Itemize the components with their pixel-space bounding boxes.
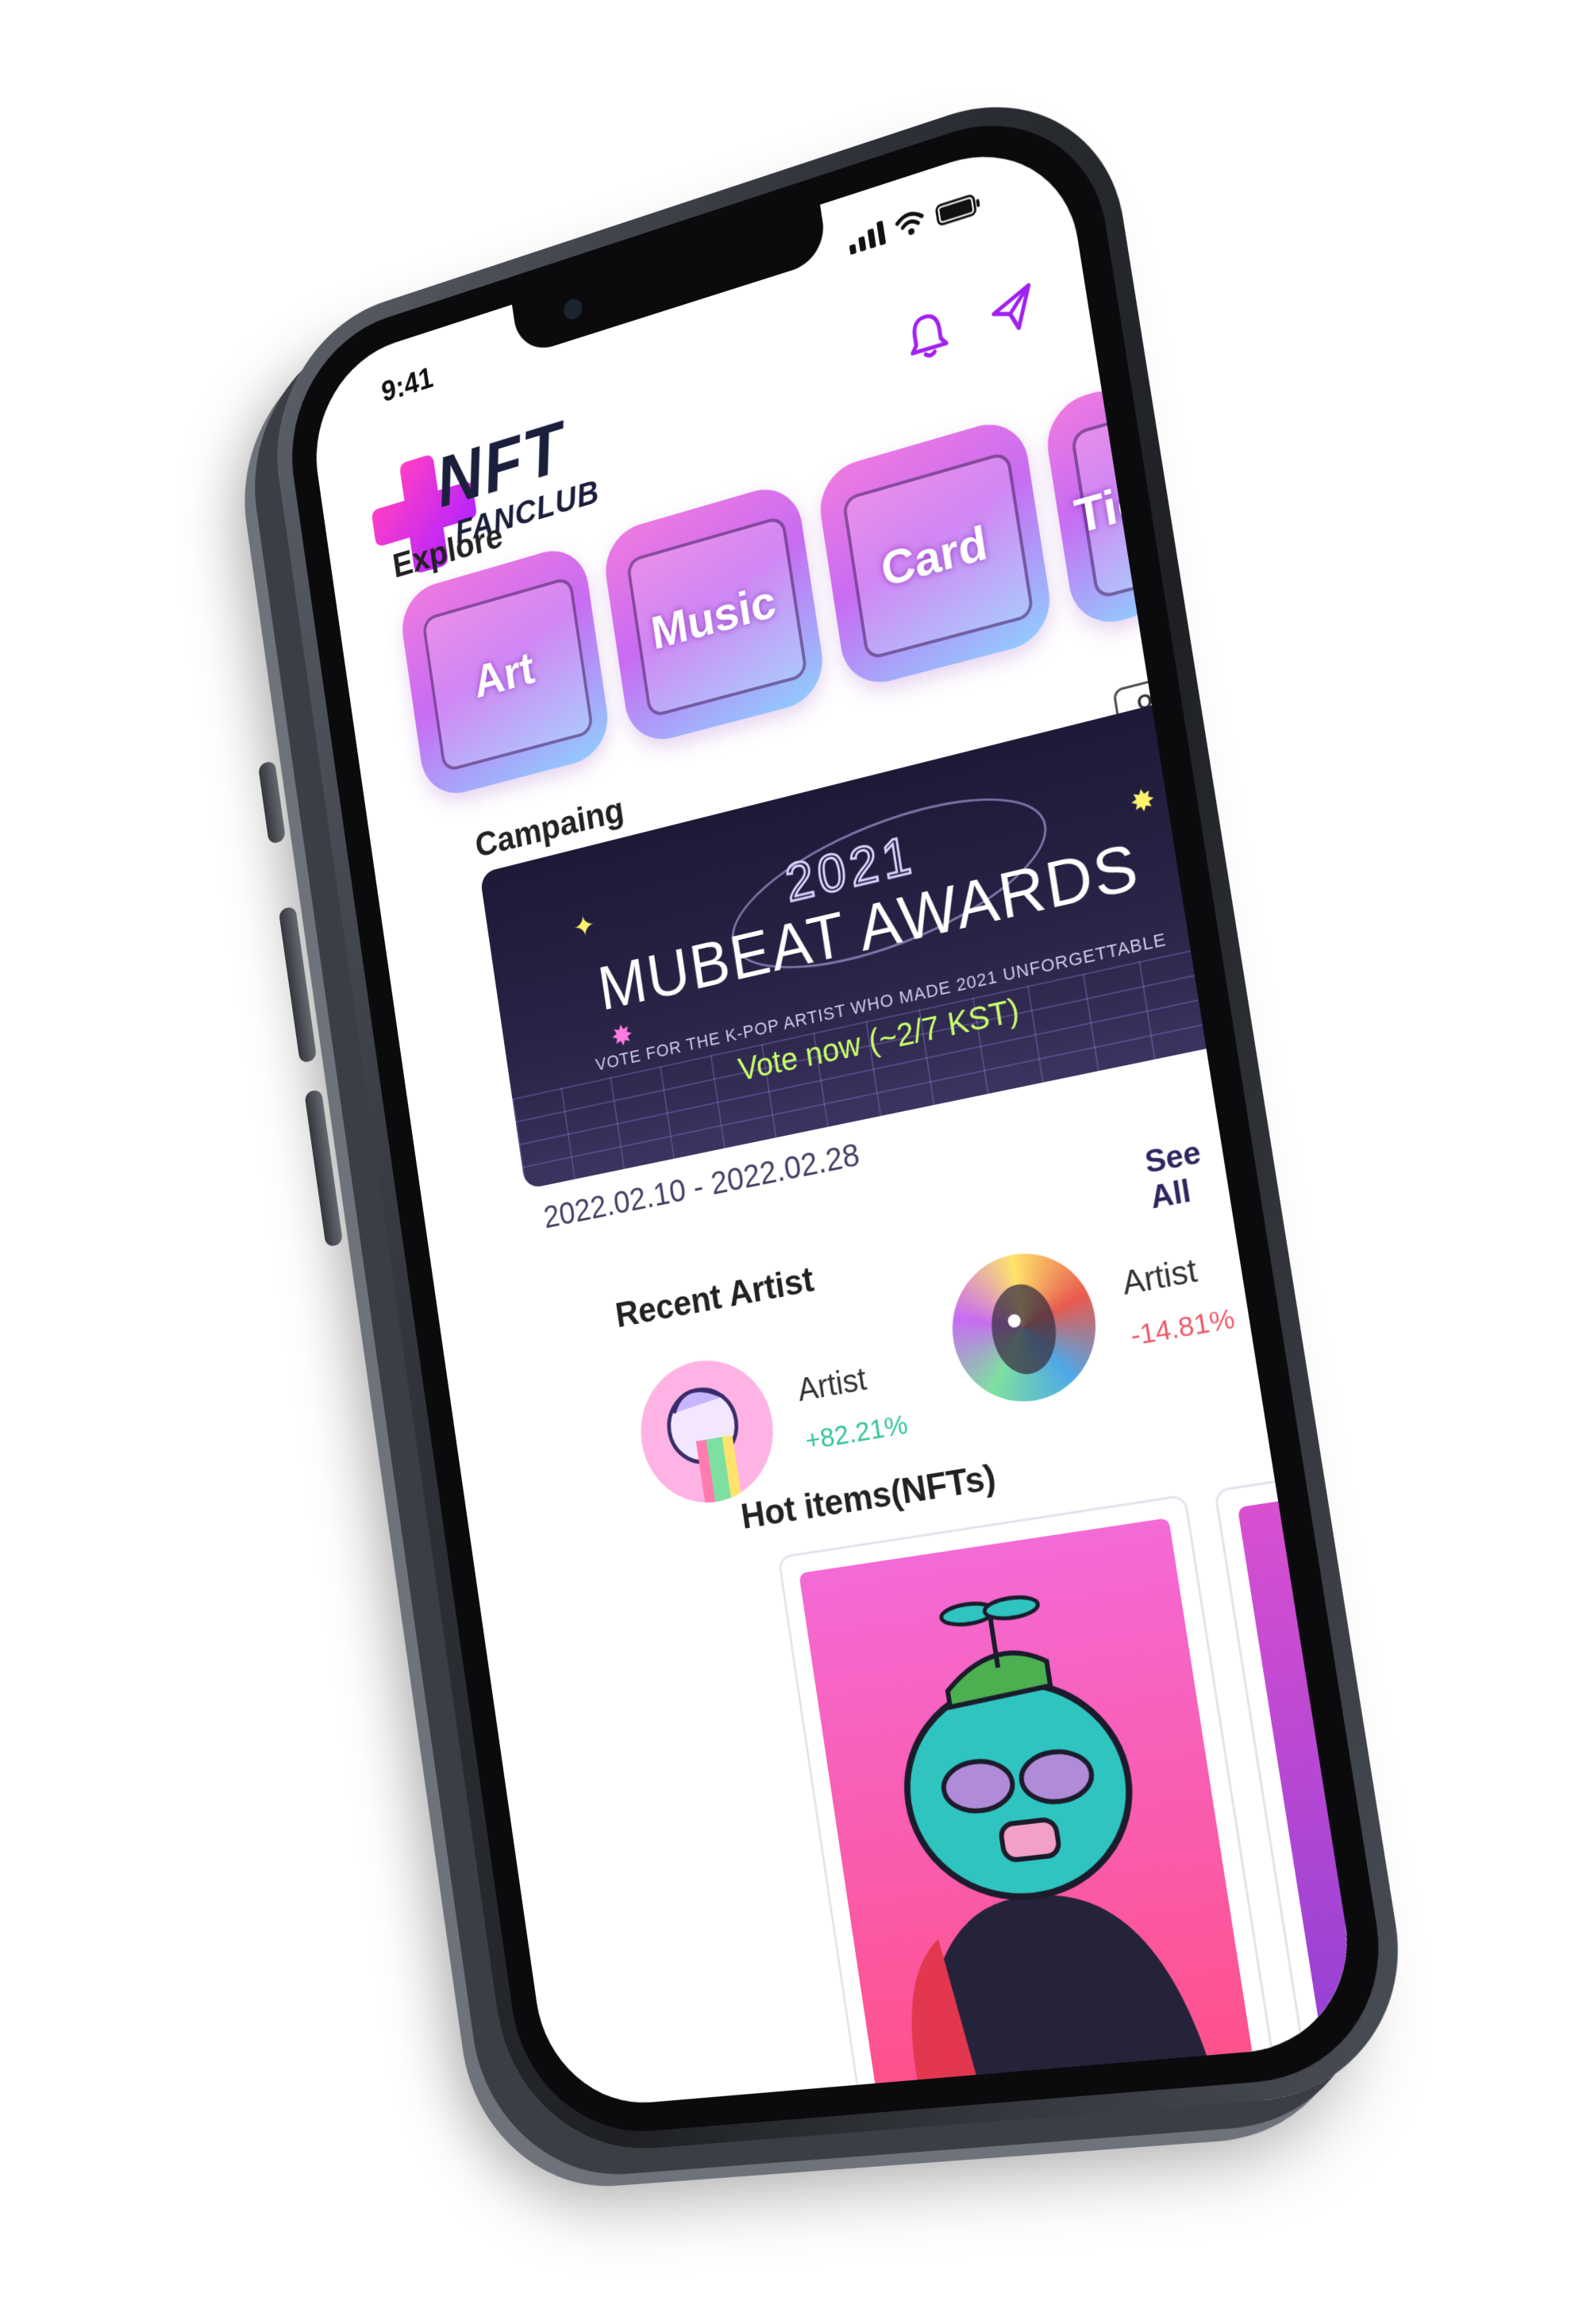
recent-artist-title: Recent Artist (613, 1260, 817, 1336)
artist-change: +82.21% (803, 1409, 910, 1456)
wifi-icon (893, 207, 927, 240)
stage: 9:41 NFT FANCLUB Explore Art Music Card … (0, 0, 1594, 2324)
app-screen: 9:41 NFT FANCLUB Explore Art Music Card … (302, 126, 1365, 2111)
nft-image (799, 1518, 1261, 2111)
volume-up-button (278, 906, 318, 1064)
explore-tile-music[interactable]: Music (599, 479, 829, 748)
nft-card[interactable] (777, 1494, 1281, 2111)
signal-icon (847, 220, 887, 256)
explore-tile-card[interactable]: Card (814, 414, 1057, 692)
explore-tile-art[interactable]: Art (397, 541, 614, 802)
artist-name: Artist (795, 1361, 869, 1409)
status-time: 9:41 (379, 361, 436, 410)
artist-info: Artist -14.81% (1120, 1247, 1237, 1352)
see-all-link[interactable]: See All (1142, 1131, 1230, 1217)
camera-icon (562, 296, 584, 322)
bell-icon[interactable] (899, 303, 957, 368)
avatar (631, 1349, 783, 1513)
volume-down-button (304, 1088, 344, 1248)
artist-info: Artist +82.21% (795, 1356, 910, 1457)
send-icon[interactable] (984, 277, 1041, 343)
status-icons (847, 190, 983, 256)
mute-switch (257, 760, 287, 845)
battery-icon (934, 191, 983, 228)
artist-change: -14.81% (1128, 1302, 1238, 1352)
artist-name: Artist (1119, 1252, 1200, 1302)
phone-mockup: 9:41 NFT FANCLUB Explore Art Music Card … (257, 65, 1423, 2159)
artist-item[interactable]: Artist -14.81% (942, 1217, 1242, 1413)
avatar (942, 1241, 1107, 1413)
